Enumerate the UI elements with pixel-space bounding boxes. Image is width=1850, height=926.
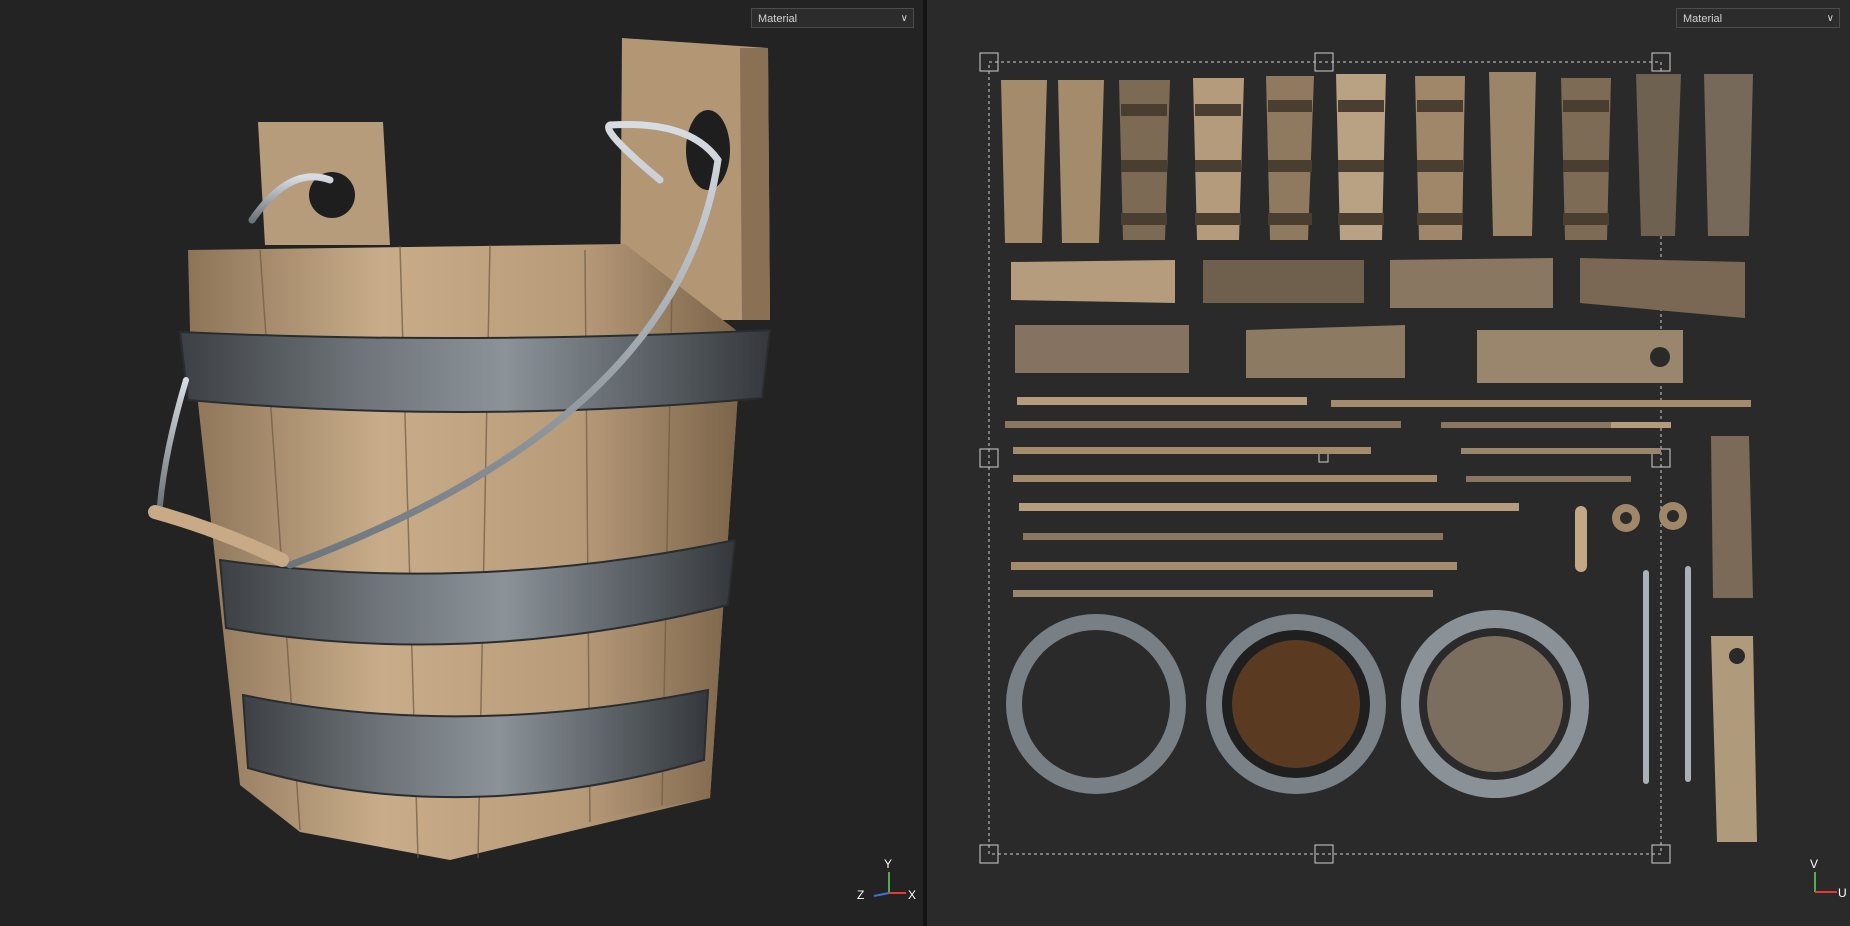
xyz-axis-gizmo-icon: Y Z X bbox=[857, 857, 916, 902]
material-dropdown-uv[interactable]: Material ∨ bbox=[1676, 8, 1840, 28]
left-ear-stave bbox=[258, 122, 390, 245]
axis-y-label: Y bbox=[884, 857, 892, 871]
axis-v-label: V bbox=[1810, 857, 1818, 871]
material-dropdown-value: Material bbox=[758, 13, 798, 25]
uv-metal-rings bbox=[1006, 610, 1589, 798]
uv-thin-planks bbox=[1005, 397, 1751, 597]
selection-pivot[interactable] bbox=[1318, 452, 1329, 463]
selection-handle-top-center[interactable] bbox=[1314, 52, 1334, 72]
top-metal-band bbox=[178, 328, 772, 413]
uv-horizontal-strips bbox=[1011, 258, 1745, 383]
axis-z-label: Z bbox=[857, 888, 864, 902]
uv-layout[interactable]: V U bbox=[927, 0, 1850, 926]
uv-axis-gizmo-icon: V U bbox=[1810, 857, 1847, 900]
chevron-down-icon: ∨ bbox=[1826, 13, 1834, 24]
bucket-render[interactable]: Y Z X bbox=[0, 0, 923, 926]
model-viewport[interactable]: Y Z X Material ∨ bbox=[0, 0, 923, 926]
axis-x-label: X bbox=[908, 888, 916, 902]
material-dropdown-3d[interactable]: Material ∨ bbox=[751, 8, 914, 28]
material-dropdown-value: Material bbox=[1683, 13, 1723, 25]
uv-viewport[interactable]: V U Material ∨ bbox=[927, 0, 1850, 926]
chevron-down-icon: ∨ bbox=[900, 13, 908, 24]
axis-u-label: U bbox=[1838, 886, 1847, 900]
uv-small-islands bbox=[1575, 436, 1757, 842]
